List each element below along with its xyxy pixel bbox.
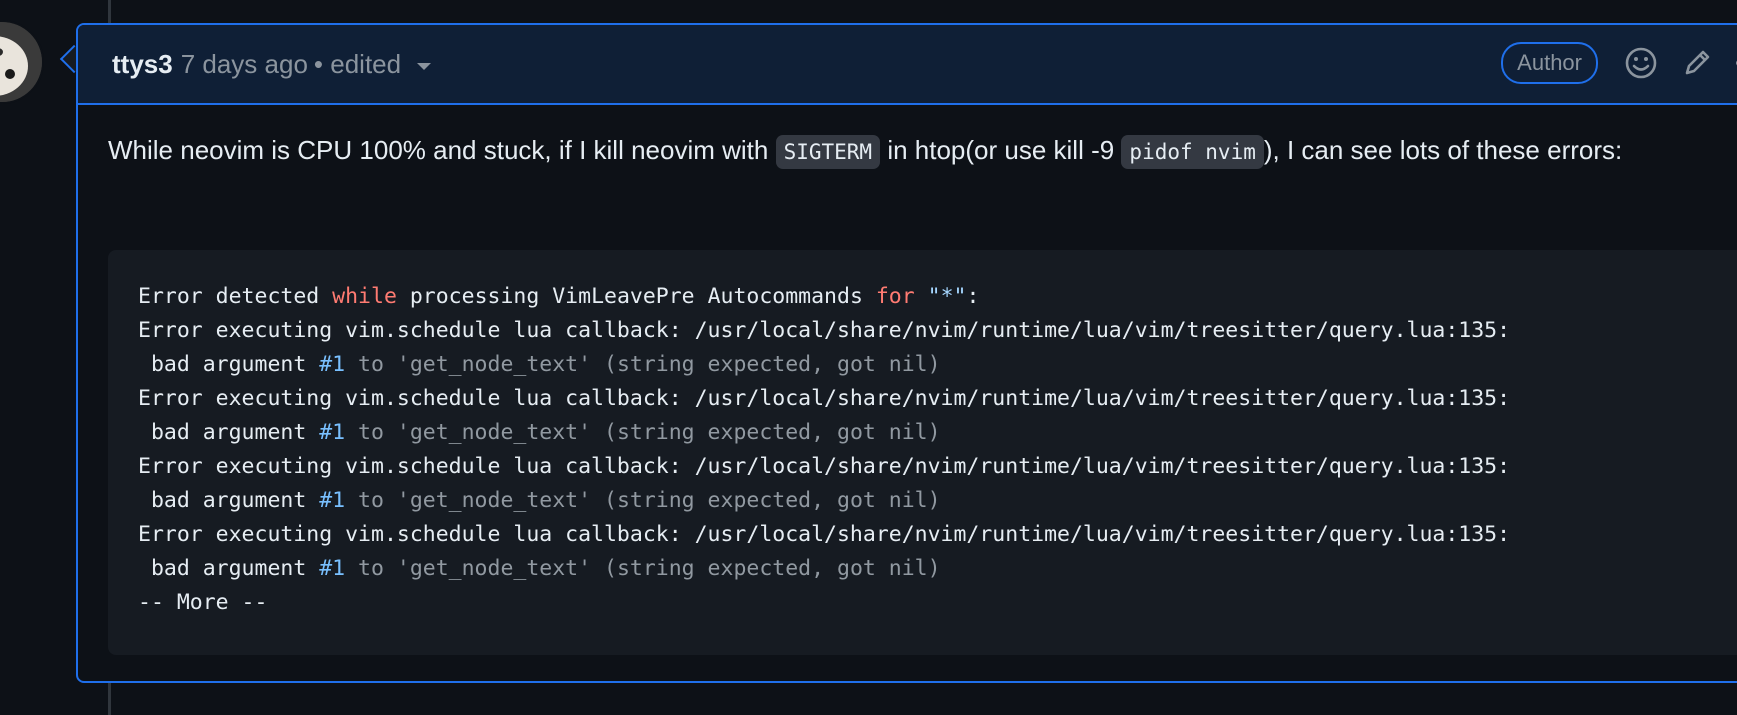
code-line: bad argument #1 to 'get_node_text' (stri… bbox=[138, 556, 941, 581]
comment-timestamp[interactable]: 7 days ago bbox=[181, 49, 308, 80]
code-line: Error executing vim.schedule lua callbac… bbox=[138, 522, 1511, 547]
code-line: bad argument #1 to 'get_node_text' (stri… bbox=[138, 488, 941, 513]
smiley-icon bbox=[1625, 47, 1657, 79]
comment-header: ttys3 7 days ago • edited Author bbox=[78, 25, 1737, 105]
code-content: Error detected while processing VimLeave… bbox=[138, 280, 1510, 620]
chevron-down-icon bbox=[417, 62, 432, 70]
add-reaction-button[interactable] bbox=[1620, 42, 1662, 84]
author-badge: Author bbox=[1501, 42, 1598, 84]
author-link[interactable]: ttys3 bbox=[112, 49, 173, 80]
inline-code-pidof: pidof nvim bbox=[1121, 135, 1264, 169]
code-line-more: -- More -- bbox=[138, 590, 268, 615]
code-line: bad argument #1 to 'get_node_text' (stri… bbox=[138, 420, 941, 445]
edit-comment-button[interactable] bbox=[1676, 42, 1718, 84]
avatar-image bbox=[0, 22, 42, 102]
comment-actions: Author bbox=[1501, 25, 1737, 101]
inline-code-sigterm: SIGTERM bbox=[775, 135, 881, 169]
more-options-button[interactable] bbox=[1732, 42, 1737, 84]
code-block: Error detected while processing VimLeave… bbox=[108, 250, 1737, 655]
code-line: Error executing vim.schedule lua callbac… bbox=[138, 318, 1511, 343]
avatar[interactable] bbox=[0, 22, 42, 102]
pencil-icon bbox=[1685, 50, 1710, 75]
body-text-2: in htop(or use kill -9 bbox=[880, 135, 1122, 165]
code-line: bad argument #1 to 'get_node_text' (stri… bbox=[138, 352, 941, 377]
code-line: Error executing vim.schedule lua callbac… bbox=[138, 386, 1511, 411]
timeline-comment: ttys3 7 days ago • edited Author While n… bbox=[76, 23, 1737, 683]
code-line: Error detected while processing VimLeave… bbox=[138, 284, 980, 309]
body-text-1: While neovim is CPU 100% and stuck, if I… bbox=[108, 135, 776, 165]
edit-history-dropdown[interactable]: • edited bbox=[313, 48, 432, 80]
code-line: Error executing vim.schedule lua callbac… bbox=[138, 454, 1511, 479]
edited-label: • edited bbox=[313, 48, 402, 79]
body-text-3: ), I can see lots of these errors: bbox=[1263, 135, 1623, 165]
comment-body: While neovim is CPU 100% and stuck, if I… bbox=[108, 130, 1737, 173]
